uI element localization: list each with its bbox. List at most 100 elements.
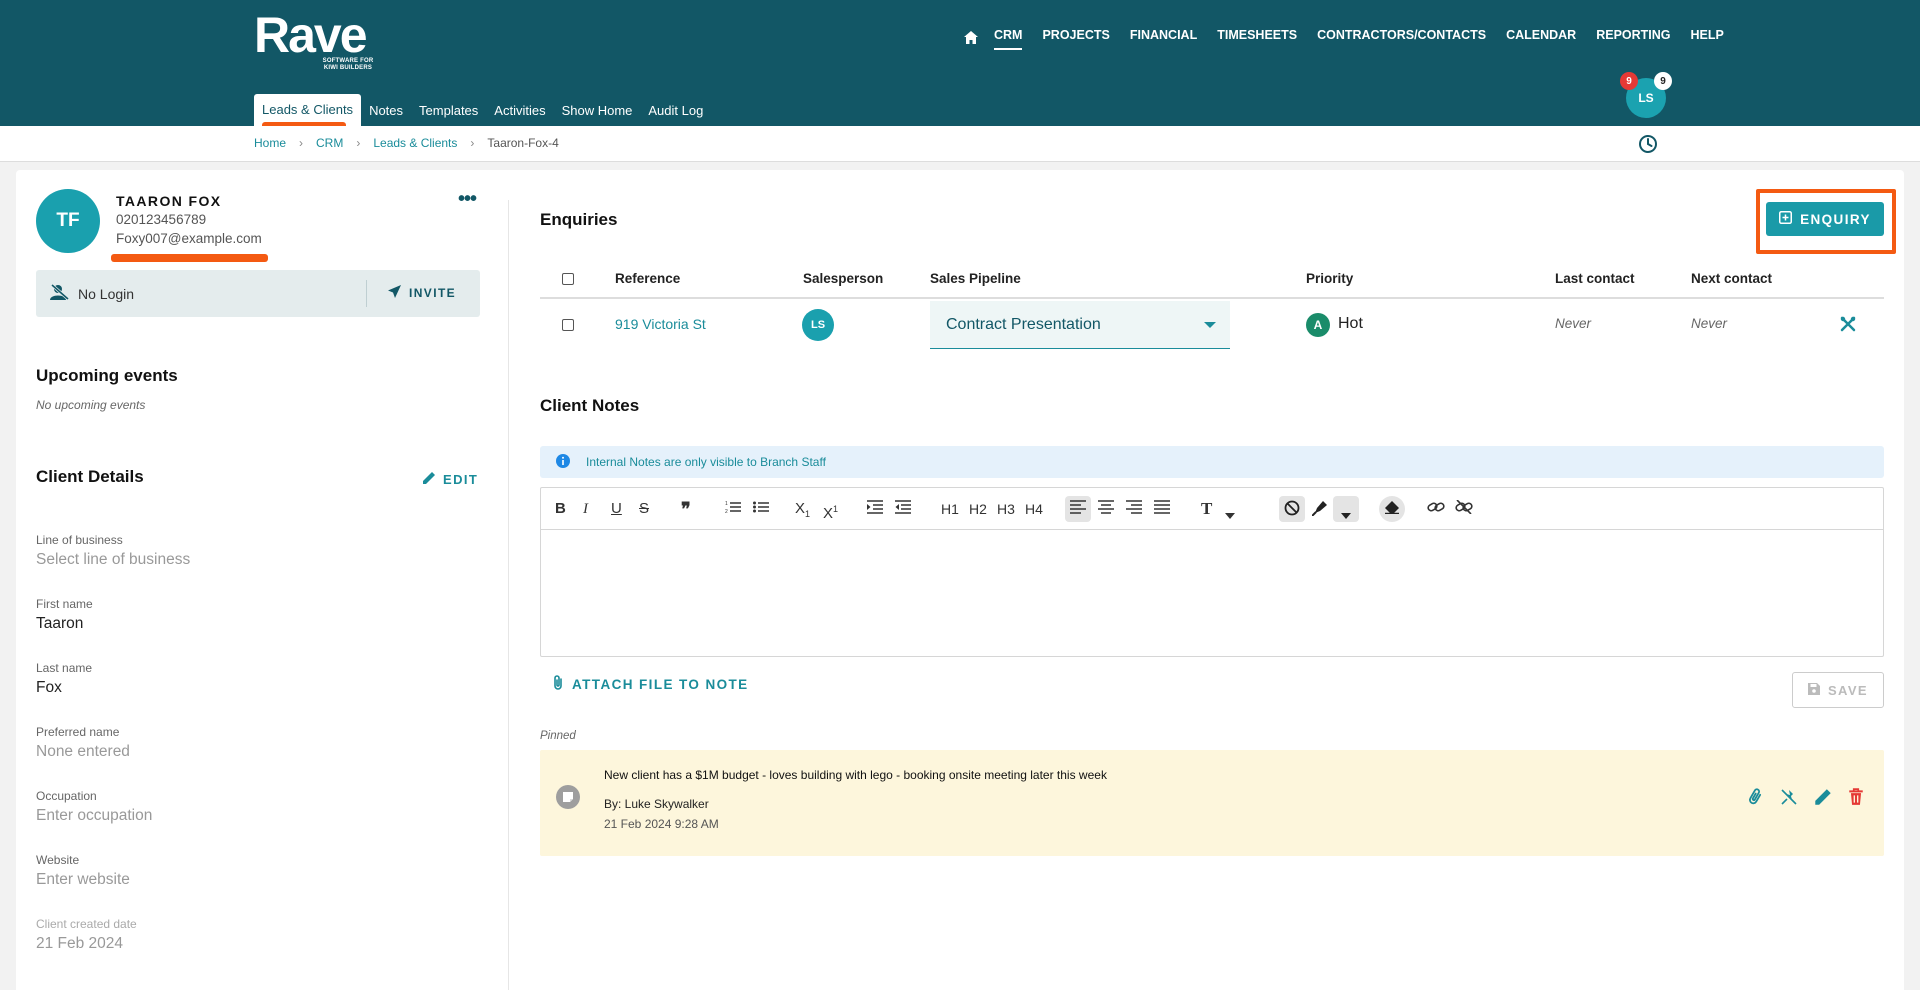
login-divider — [366, 280, 367, 307]
field-label-website: Website — [36, 853, 80, 867]
font-size-icon[interactable]: T — [1201, 500, 1212, 518]
nav-help[interactable]: HELP — [1691, 28, 1724, 46]
nav-timesheets[interactable]: TIMESHEETS — [1217, 28, 1297, 46]
home-icon[interactable] — [962, 28, 980, 46]
bullet-list-icon[interactable] — [753, 500, 769, 519]
field-label-created-date: Client created date — [36, 917, 137, 931]
field-label-line-of-business: Line of business — [36, 533, 123, 547]
notification-badge-red[interactable]: 9 — [1620, 72, 1638, 90]
editor-toolbar: B I U S ❞ 12 X1 X1 H1 H2 H3 H4 T — [541, 488, 1883, 530]
save-note-button[interactable]: SAVE — [1792, 672, 1884, 708]
client-phone[interactable]: 020123456789 — [116, 212, 206, 227]
highlighter-icon[interactable] — [1311, 500, 1328, 521]
bold-icon[interactable]: B — [555, 500, 566, 518]
field-label-last-name: Last name — [36, 661, 93, 675]
no-color-icon[interactable] — [1284, 500, 1300, 521]
row-checkbox[interactable] — [562, 319, 574, 331]
edit-note-icon[interactable] — [1814, 788, 1832, 811]
breadcrumb-current: Taaron-Fox-4 — [487, 136, 559, 150]
col-next-contact[interactable]: Next contact — [1691, 271, 1772, 286]
field-occupation[interactable]: Enter occupation — [36, 807, 152, 825]
client-email[interactable]: Foxy007@example.com — [116, 231, 262, 246]
nav-reporting[interactable]: REPORTING — [1596, 28, 1670, 46]
add-enquiry-button[interactable]: ENQUIRY — [1766, 202, 1884, 236]
nav-projects[interactable]: PROJECTS — [1042, 28, 1109, 46]
edit-label: EDIT — [443, 472, 479, 487]
col-last-contact[interactable]: Last contact — [1555, 271, 1635, 286]
invite-button[interactable]: INVITE — [388, 285, 456, 301]
note-author: By: Luke Skywalker — [604, 797, 709, 811]
subscript-icon[interactable]: X1 — [795, 500, 810, 523]
attach-icon[interactable] — [1746, 788, 1764, 811]
subnav-audit-log[interactable]: Audit Log — [640, 95, 711, 126]
subnav-activities[interactable]: Activities — [486, 95, 553, 126]
note-text: New client has a $1M budget - loves buil… — [604, 768, 1107, 782]
edit-details-button[interactable]: EDIT — [422, 471, 478, 488]
field-created-date: 21 Feb 2024 — [36, 935, 124, 952]
blockquote-icon[interactable]: ❞ — [681, 500, 691, 518]
field-preferred-name[interactable]: None entered — [36, 743, 130, 761]
heading3-icon[interactable]: H3 — [997, 500, 1015, 518]
breadcrumb-separator: › — [299, 136, 304, 150]
more-options-icon[interactable]: ••• — [458, 188, 477, 211]
col-salesperson[interactable]: Salesperson — [803, 271, 883, 286]
field-label-first-name: First name — [36, 597, 93, 611]
table-row[interactable]: 919 Victoria St LS Contract Presentation… — [540, 301, 1884, 351]
tools-icon[interactable] — [1840, 316, 1856, 337]
subnav-notes[interactable]: Notes — [361, 95, 411, 126]
underline-icon[interactable]: U — [611, 500, 622, 518]
logo-tagline: SOFTWARE FOR KIWI BUILDERS — [322, 58, 374, 71]
sales-pipeline-select[interactable]: Contract Presentation — [930, 301, 1230, 349]
link-icon[interactable] — [1427, 500, 1445, 519]
eraser-icon[interactable] — [1384, 500, 1400, 519]
unpin-icon[interactable] — [1780, 788, 1798, 811]
rave-logo[interactable]: Rave SOFTWARE FOR KIWI BUILDERS — [254, 10, 373, 71]
field-website[interactable]: Enter website — [36, 871, 130, 889]
font-size-dropdown-icon[interactable] — [1225, 506, 1235, 524]
col-sales-pipeline[interactable]: Sales Pipeline — [930, 271, 1021, 286]
nav-calendar[interactable]: CALENDAR — [1506, 28, 1576, 46]
heading1-icon[interactable]: H1 — [941, 500, 959, 518]
col-reference[interactable]: Reference — [615, 271, 680, 286]
history-clock-icon[interactable] — [1638, 134, 1658, 159]
subnav-templates[interactable]: Templates — [411, 95, 486, 126]
field-first-name[interactable]: Taaron — [36, 615, 83, 633]
breadcrumb-home[interactable]: Home — [254, 136, 286, 150]
strikethrough-icon[interactable]: S — [639, 500, 649, 518]
align-center-icon[interactable] — [1098, 500, 1114, 519]
attach-file-button[interactable]: ATTACH FILE TO NOTE — [552, 675, 749, 694]
nav-financial[interactable]: FINANCIAL — [1130, 28, 1197, 46]
align-right-icon[interactable] — [1126, 500, 1142, 519]
info-text: Internal Notes are only visible to Branc… — [586, 455, 826, 469]
enquiry-reference-link[interactable]: 919 Victoria St — [615, 316, 706, 332]
sales-pipeline-value: Contract Presentation — [946, 316, 1101, 333]
unlink-icon[interactable] — [1455, 499, 1473, 519]
highlight-dropdown-icon[interactable] — [1341, 506, 1351, 524]
col-priority[interactable]: Priority — [1306, 271, 1353, 286]
outdent-icon[interactable] — [895, 500, 911, 519]
field-last-name[interactable]: Fox — [36, 679, 62, 697]
italic-icon[interactable]: I — [583, 500, 588, 518]
save-disk-icon — [1807, 682, 1820, 698]
delete-note-icon[interactable] — [1848, 788, 1864, 811]
ordered-list-icon[interactable]: 12 — [725, 500, 741, 519]
breadcrumb-crm[interactable]: CRM — [316, 136, 343, 150]
heading2-icon[interactable]: H2 — [969, 500, 987, 518]
upcoming-events-empty: No upcoming events — [36, 398, 146, 412]
indent-icon[interactable] — [867, 500, 883, 519]
heading4-icon[interactable]: H4 — [1025, 500, 1043, 518]
note-editor[interactable]: B I U S ❞ 12 X1 X1 H1 H2 H3 H4 T — [540, 487, 1884, 657]
nav-contractors-contacts[interactable]: CONTRACTORS/CONTACTS — [1317, 28, 1486, 46]
breadcrumb-leads-clients[interactable]: Leads & Clients — [373, 136, 457, 150]
subnav-show-home[interactable]: Show Home — [554, 95, 641, 126]
select-all-checkbox[interactable] — [562, 273, 574, 285]
notification-badge-white[interactable]: 9 — [1654, 72, 1672, 90]
annotation-underline-email — [111, 254, 268, 262]
field-line-of-business[interactable]: Select line of business — [36, 551, 190, 569]
paperclip-icon — [552, 675, 564, 694]
breadcrumb-bar: Home › CRM › Leads & Clients › Taaron-Fo… — [0, 126, 1920, 162]
align-justify-icon[interactable] — [1154, 500, 1170, 519]
superscript-icon[interactable]: X1 — [823, 500, 838, 523]
nav-crm[interactable]: CRM — [994, 28, 1023, 50]
align-left-icon[interactable] — [1070, 500, 1086, 519]
